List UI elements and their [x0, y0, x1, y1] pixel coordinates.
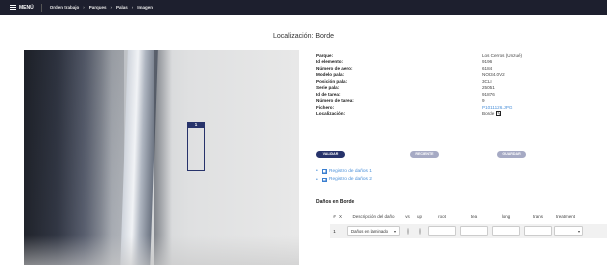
chevron-right-icon: ›: [110, 5, 113, 10]
breadcrumb-imagen[interactable]: Imagen: [137, 5, 153, 10]
detail-value: 91876: [482, 91, 495, 97]
damage-register-label: Registro de daños 2: [329, 177, 372, 183]
detail-value: 9: [482, 98, 485, 104]
header-up: up: [416, 213, 422, 219]
bullet-icon: •: [316, 176, 318, 183]
menu-button[interactable]: MENÚ: [10, 5, 34, 11]
header-trans: trans: [532, 213, 543, 219]
row-number: 1: [333, 228, 336, 234]
trans-input[interactable]: [524, 226, 552, 236]
table-icon: [322, 169, 327, 174]
detail-value: 9196: [482, 59, 493, 65]
top-navbar: MENÚ Orden trabajo › Parques › Palas › I…: [0, 0, 607, 15]
damage-description-select[interactable]: Daños en laminado ▾: [347, 226, 400, 236]
hamburger-icon: [10, 5, 16, 10]
damages-table: # X Descripción del daño vs up root tea …: [330, 212, 607, 238]
damage-register-links: • Registro de daños 1 • Registro de daño…: [316, 167, 372, 184]
detail-label: Número de tarea:: [316, 98, 354, 104]
long-input[interactable]: [492, 226, 520, 236]
chevron-right-icon: ›: [83, 5, 85, 10]
header-tea: tea: [470, 213, 478, 219]
table-row: 1 Daños en laminado ▾ ▾: [330, 224, 607, 238]
up-cell: [413, 227, 426, 235]
location-value: Borde ✎: [482, 111, 502, 117]
breadcrumb: Orden trabajo › Parques › Palas › Imagen: [50, 5, 153, 10]
detail-label: Modelo pala:: [316, 72, 345, 78]
detail-label: Id elemento:: [316, 59, 344, 65]
breadcrumb-parques[interactable]: Parques: [89, 5, 107, 10]
page-title: Localización: Borde: [272, 33, 335, 40]
blade-edge: [119, 50, 159, 265]
file-link[interactable]: P1011126.JPG: [482, 105, 512, 110]
blade-details: Parque: Los Cerros (Unzué) Id elemento: …: [316, 52, 596, 117]
detail-label: Id de tarea:: [316, 91, 341, 97]
validate-button[interactable]: VALIDAR: [316, 151, 345, 158]
table-header: # X Descripción del daño vs up root tea …: [330, 212, 607, 220]
detail-value: Los Cerros (Unzué): [482, 52, 523, 58]
recent-button[interactable]: RECIENTE: [410, 151, 439, 158]
treatment-select[interactable]: ▾: [554, 226, 583, 236]
detail-label: Serie pala:: [316, 85, 340, 91]
header-description: Descripción del daño: [352, 213, 395, 219]
detail-row-localizacion: Localización: Borde ✎: [316, 111, 596, 118]
detail-value: 6184: [482, 65, 493, 71]
chevron-right-icon: ›: [131, 5, 134, 10]
detail-value: NOI34.0V2: [482, 72, 505, 78]
damage-register-label: Registro de daños 1: [329, 168, 372, 174]
chevron-down-icon: ▾: [393, 228, 396, 234]
header-num: #: [333, 213, 336, 219]
chevron-down-icon: ▾: [577, 228, 580, 234]
save-button[interactable]: GUARDAR: [497, 151, 526, 158]
tea-input[interactable]: [460, 226, 488, 236]
photo-foreground: [24, 235, 299, 265]
detail-label: Parque:: [316, 52, 334, 58]
vs-radio[interactable]: [406, 227, 409, 235]
breadcrumb-palas[interactable]: Palas: [116, 5, 128, 10]
edit-icon[interactable]: ✎: [496, 111, 502, 117]
detail-label: Posición pala:: [316, 78, 348, 84]
header-root: root: [438, 213, 446, 219]
location-text: Borde: [482, 111, 495, 117]
blade-shadow: [154, 50, 172, 265]
action-buttons: VALIDAR RECIENTE GUARDAR: [316, 151, 576, 158]
detail-label: Fichero:: [316, 104, 335, 110]
blade-photo[interactable]: 1: [24, 50, 299, 265]
damage-tag: 1: [187, 122, 205, 128]
table-icon: [322, 177, 327, 182]
vs-cell: [402, 227, 413, 235]
damage-register-link-1[interactable]: • Registro de daños 1: [316, 167, 372, 176]
damage-description-value: Daños en laminado: [351, 228, 389, 234]
detail-value: 25051: [482, 85, 495, 91]
detail-value: 3CLI: [482, 78, 492, 84]
header-long: long: [501, 213, 511, 219]
root-input[interactable]: [428, 226, 456, 236]
damage-bounding-box[interactable]: 1: [187, 122, 205, 171]
bullet-icon: •: [316, 168, 318, 175]
navbar-divider: [40, 3, 42, 12]
up-radio[interactable]: [418, 227, 421, 235]
header-treatment: treatment: [556, 213, 576, 219]
damages-section-title: Daños en Borde: [316, 199, 355, 205]
photo-background: [24, 50, 124, 265]
detail-label: Número de aero:: [316, 65, 353, 71]
menu-label: MENÚ: [19, 4, 34, 11]
detail-label: Localización:: [316, 111, 346, 117]
breadcrumb-orden-trabajo[interactable]: Orden trabajo: [50, 5, 80, 10]
header-vs: vs: [405, 213, 410, 219]
damage-register-link-2[interactable]: • Registro de daños 2: [316, 176, 372, 185]
